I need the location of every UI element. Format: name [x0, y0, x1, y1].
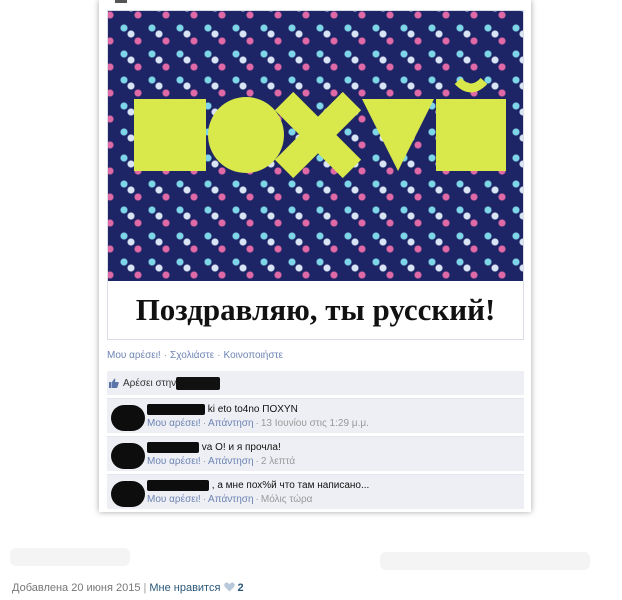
- comment-meta: Μου αρέσει! · Απάντηση · Μόλις τώρα: [147, 494, 312, 505]
- comment-text: va О! и я прочла!: [201, 442, 281, 454]
- comment-item: ki eto to4no ΠΟΧΥΝ Μου αρέσει! · Απάντηση ·…: [107, 398, 524, 433]
- thumbs-up-icon: [109, 378, 119, 388]
- redacted-author-name[interactable]: [147, 404, 205, 415]
- avatar[interactable]: [111, 405, 145, 431]
- comment-like-link[interactable]: Μου αρέσει!: [147, 494, 201, 505]
- comment-time[interactable]: 13 Ιουνίου στις 1:29 μ.μ.: [261, 418, 369, 429]
- redacted-author-name[interactable]: [147, 480, 209, 491]
- square-glyph: [134, 99, 206, 171]
- poster-glyphs: [134, 77, 506, 179]
- post-card: Поздравляю, ты русский! Μου αρέσει! · Σχολ…: [99, 0, 531, 512]
- redacted-liker-name: [176, 376, 221, 390]
- redacted-author-name[interactable]: [147, 442, 199, 453]
- comment-reply-link[interactable]: Απάντηση: [208, 456, 253, 467]
- comment-like-link[interactable]: Μου αρέσει!: [147, 456, 201, 467]
- avatar[interactable]: [111, 481, 145, 507]
- poster-caption: Поздравляю, ты русский!: [135, 292, 496, 327]
- separator: ·: [255, 418, 259, 429]
- comment-reply-link[interactable]: Απάντηση: [208, 494, 253, 505]
- cropped-header-fragment: [115, 0, 127, 3]
- date-added: Добавлена 20 июня 2015: [12, 582, 141, 594]
- likes-text: Αρέσει στην: [123, 377, 177, 389]
- comment-time[interactable]: Μόλις τώρα: [261, 494, 313, 505]
- post-actions: Μου αρέσει! · Σχολιάστε · Κοινοποιήστε: [107, 350, 283, 361]
- comment-text: , а мне пох%й что там написано...: [211, 480, 370, 492]
- like-button[interactable]: Мне нравится: [149, 582, 220, 594]
- avatar[interactable]: [111, 443, 145, 469]
- heart-icon[interactable]: [224, 582, 236, 592]
- separator: ·: [202, 456, 207, 467]
- separator: ·: [255, 456, 259, 467]
- likes-bar: Αρέσει στην: [107, 371, 524, 395]
- comment-link[interactable]: Σχολιάστε: [170, 350, 214, 361]
- like-count[interactable]: 2: [237, 582, 243, 594]
- circle-glyph: [208, 97, 284, 173]
- comment-text: ki eto to4no ΠΟΧΥΝ: [207, 404, 298, 416]
- comment-body: ki eto to4no ΠΟΧΥΝ: [147, 404, 298, 415]
- comment-time[interactable]: 2 λεπτά: [261, 456, 295, 467]
- comment-body: , а мне пох%й что там написано...: [147, 480, 369, 491]
- separator: ·: [217, 350, 221, 361]
- post-photo[interactable]: Поздравляю, ты русский!: [107, 10, 524, 340]
- comment-body: va О! и я прочла!: [147, 442, 281, 453]
- share-link[interactable]: Κοινοποιήστε: [224, 350, 283, 361]
- square-glyph-2: [436, 99, 506, 171]
- blurred-region: [380, 552, 590, 570]
- post-footer: Добавлена 20 июня 2015 | Мне нравится 2: [12, 582, 244, 594]
- separator: |: [143, 582, 147, 594]
- comment-like-link[interactable]: Μου αρέσει!: [147, 418, 201, 429]
- breve-glyph: [454, 77, 488, 93]
- comment-item: va О! и я прочла! Μου αρέσει! · Απάντηση · 2…: [107, 436, 524, 471]
- like-link[interactable]: Μου αρέσει!: [107, 350, 161, 361]
- separator: ·: [255, 494, 259, 505]
- separator: ·: [163, 350, 168, 361]
- blurred-region: [10, 548, 130, 566]
- comment-meta: Μου αρέσει! · Απάντηση · 2 λεπτά: [147, 456, 295, 467]
- separator: ·: [202, 418, 207, 429]
- comment-item: , а мне пох%й что там написано... Μου αρ…: [107, 474, 524, 509]
- comment-reply-link[interactable]: Απάντηση: [208, 418, 253, 429]
- triangle-glyph: [362, 99, 434, 171]
- comment-meta: Μου αρέσει! · Απάντηση · 13 Ιουνίου στις 1:2…: [147, 418, 369, 429]
- separator: ·: [202, 494, 207, 505]
- poster-image: [108, 11, 523, 281]
